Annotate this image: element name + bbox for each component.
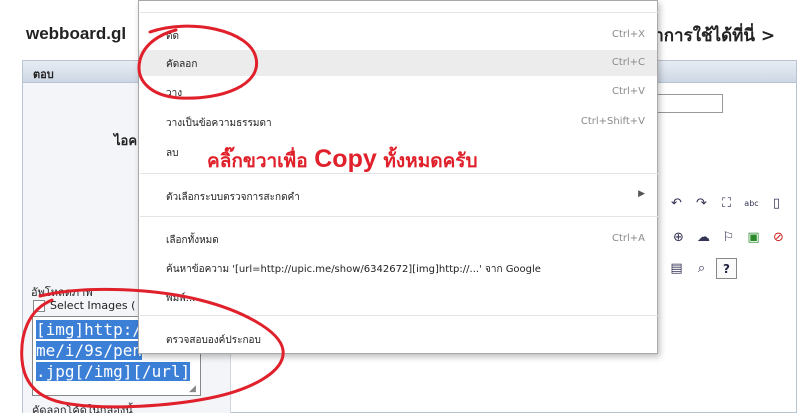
image-icon[interactable]: ▣ <box>743 227 764 248</box>
context-menu: ตัด Ctrl+X คัดลอก Ctrl+C วาง Ctrl+V วางเ… <box>138 0 658 354</box>
menu-item-shortcut: Ctrl+V <box>611 86 645 97</box>
menu-item-search-google[interactable]: ค้นหาข้อความ '[url=http://upic.me/show/6… <box>139 255 657 281</box>
menu-item-paste[interactable]: วาง Ctrl+V <box>139 79 657 105</box>
menu-item-cut[interactable]: ตัด Ctrl+X <box>139 22 657 48</box>
redo-icon[interactable]: ↷ <box>691 193 712 214</box>
help-icon[interactable]: ? <box>716 258 737 279</box>
flash-icon[interactable]: ⊘ <box>768 227 789 248</box>
menu-item-label: เลือกทั้งหมด <box>166 235 219 246</box>
panel-header-label: ตอบ <box>33 68 54 81</box>
menu-item-shortcut: Ctrl+A <box>611 233 645 244</box>
menu-item-spellcheck-options[interactable]: ตัวเลือกระบบตรวจการสะกดคำ ▶ <box>139 183 657 209</box>
annotation-text: คลิ๊กขวาเพื่อ Copy ทั้งหมดครับ <box>207 145 478 176</box>
menu-item-label: ค้นหาข้อความ '[url=http://upic.me/show/6… <box>166 264 541 275</box>
menu-item-copy[interactable]: คัดลอก Ctrl+C <box>139 50 657 76</box>
submenu-arrow-icon: ▶ <box>638 189 645 199</box>
preview-icon[interactable]: ⌕ <box>691 258 712 279</box>
code-line: me/i/9s/pen <box>36 341 142 360</box>
menu-separator <box>140 315 658 316</box>
annotation-prefix: คลิ๊กขวาเพื่อ <box>207 150 308 172</box>
copy-hint-label: คัดลอกโค้ดในกล่องนี้ <box>32 404 133 413</box>
menu-item-label: พิมพ์... <box>166 293 196 304</box>
select-images-checkbox[interactable] <box>33 299 45 312</box>
editor-toolbar-row3: ▤ ⌕ ? <box>666 258 737 279</box>
menu-separator <box>140 216 658 217</box>
name-label: ไอค <box>114 134 138 149</box>
menu-item-label: ลบ <box>166 148 179 159</box>
menu-item-label: ตรวจสอบองค์ประกอบ <box>166 335 261 346</box>
menu-item-shortcut: Ctrl+X <box>611 29 645 40</box>
menu-item-label: คัดลอก <box>166 59 198 70</box>
spellcheck-icon[interactable]: abc <box>741 193 762 214</box>
menu-item-label: วางเป็นข้อความธรรมดา <box>166 118 272 129</box>
annotation-suffix: ทั้งหมดครับ <box>383 150 478 172</box>
header-help-link[interactable]: หาการใช้ได้ที่นี่ > <box>643 22 775 49</box>
anchor-icon[interactable]: ☁ <box>693 227 714 248</box>
menu-item-shortcut: Ctrl+C <box>611 57 645 68</box>
menu-separator <box>140 12 658 13</box>
select-images-option[interactable]: Select Images ( <box>33 299 135 312</box>
find-icon[interactable]: ⛶ <box>716 193 737 214</box>
link-icon[interactable]: ⊕ <box>668 227 689 248</box>
menu-item-label: วาง <box>166 88 183 99</box>
menu-item-label: ตัวเลือกระบบตรวจการสะกดคำ <box>166 192 300 203</box>
menu-item-paste-plain[interactable]: วางเป็นข้อความธรรมดา Ctrl+Shift+V <box>139 109 657 135</box>
resize-handle-icon[interactable]: ◢ <box>189 384 196 394</box>
select-images-label: Select Images ( <box>50 299 136 312</box>
code-line: .jpg[/img][/url] <box>36 362 191 381</box>
menu-item-inspect[interactable]: ตรวจสอบองค์ประกอบ <box>139 326 657 352</box>
editor-toolbar-row1: ↶ ↷ ⛶ abc ▯ <box>666 193 787 219</box>
menu-item-select-all[interactable]: เลือกทั้งหมด Ctrl+A <box>139 226 657 252</box>
undo-icon[interactable]: ↶ <box>666 193 687 214</box>
menu-item-shortcut: Ctrl+Shift+V <box>580 116 645 127</box>
menu-item-label: ตัด <box>166 31 179 42</box>
page-title: webboard.gl <box>26 24 127 43</box>
menu-item-print[interactable]: พิมพ์... <box>139 284 657 310</box>
template-icon[interactable]: ▤ <box>666 258 687 279</box>
flag-icon[interactable]: ⚐ <box>718 227 739 248</box>
annotation-copy-word: Copy <box>314 145 377 173</box>
editor-toolbar-row2: ⊕ ☁ ⚐ ▣ ⊘ <box>668 227 789 248</box>
fullscreen-icon[interactable]: ▯ <box>766 193 787 214</box>
